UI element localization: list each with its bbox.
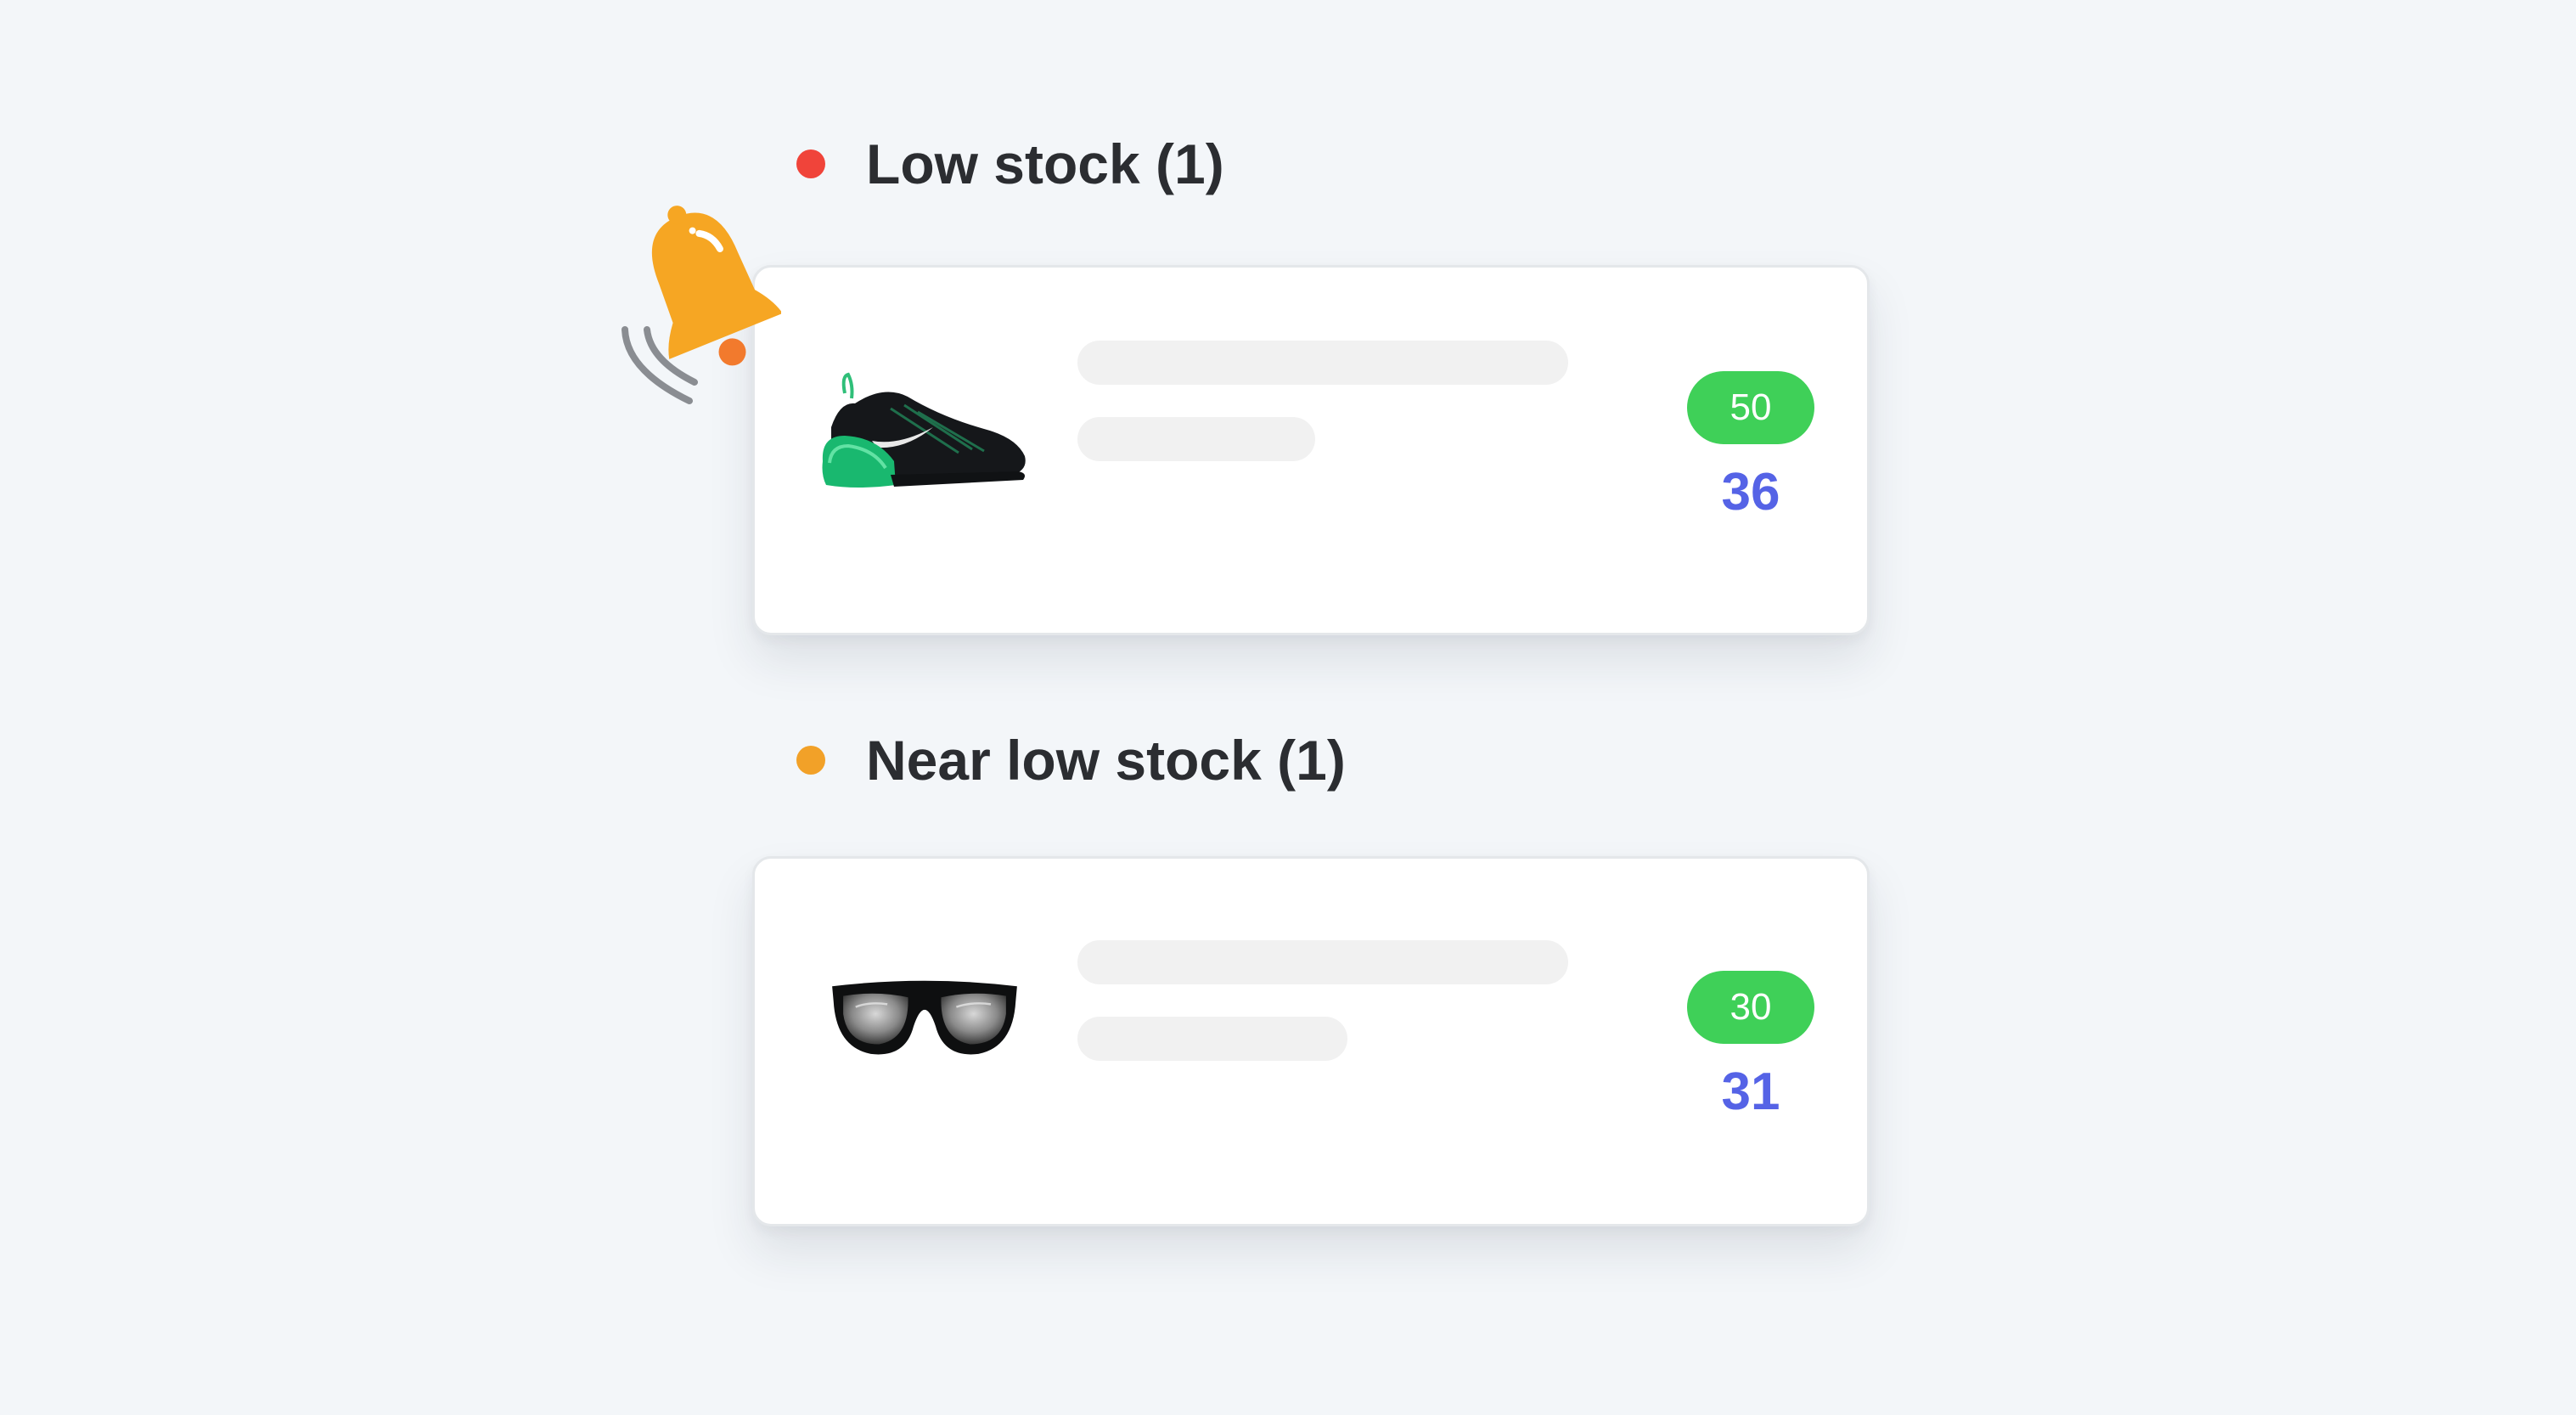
bell-icon [622, 206, 781, 404]
sunglasses-image [832, 980, 1017, 1055]
near-low-stock-status-dot [796, 746, 825, 775]
near-low-stock-header: Near low stock (1) [796, 732, 1346, 788]
low-stock-title: Low stock (1) [866, 132, 1224, 195]
near-low-stock-product-card[interactable]: 30 31 [752, 856, 1870, 1226]
low-stock-product-card[interactable]: 50 36 [752, 265, 1870, 635]
threshold-badge: 30 [1687, 971, 1814, 1044]
low-stock-status-dot [796, 149, 825, 178]
threshold-badge: 50 [1687, 371, 1814, 444]
stock-count: 36 [1721, 463, 1780, 521]
sneaker-image [822, 372, 1026, 488]
near-low-stock-title: Near low stock (1) [866, 729, 1346, 792]
low-stock-header: Low stock (1) [796, 136, 1224, 192]
product-detail-placeholder [1077, 417, 1315, 461]
stock-count: 31 [1721, 1063, 1780, 1121]
product-name-placeholder [1077, 940, 1568, 984]
product-detail-placeholder [1077, 1017, 1347, 1061]
product-name-placeholder [1077, 341, 1568, 385]
